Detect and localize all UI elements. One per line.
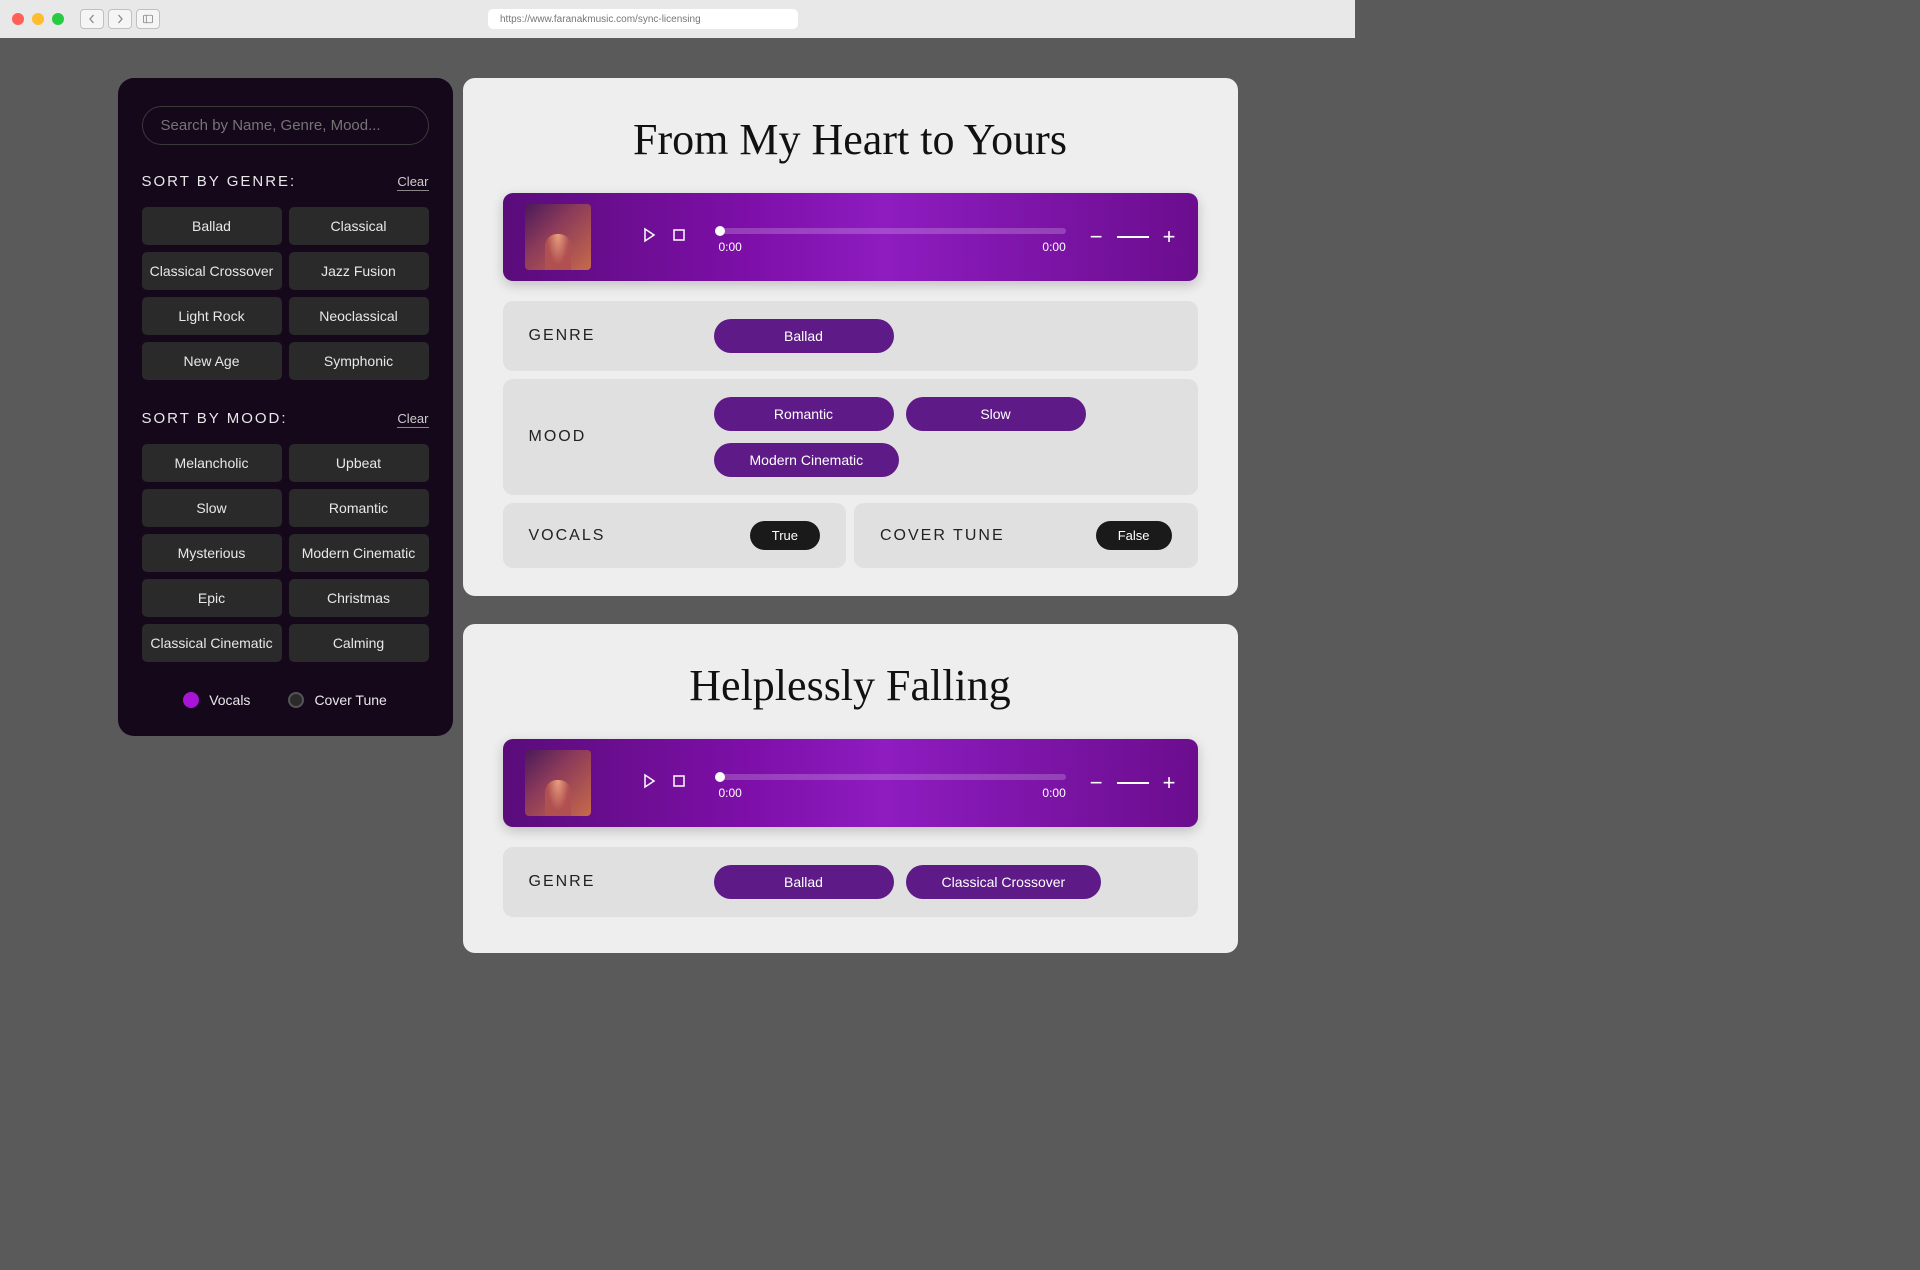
genre-pill[interactable]: Classical Crossover bbox=[142, 252, 282, 290]
volume-down-icon[interactable]: − bbox=[1090, 770, 1103, 796]
genre-tag[interactable]: Classical Crossover bbox=[906, 865, 1102, 899]
genre-pill[interactable]: Light Rock bbox=[142, 297, 282, 335]
play-icon[interactable] bbox=[641, 227, 657, 248]
genre-tag[interactable]: Ballad bbox=[714, 865, 894, 899]
stop-icon[interactable] bbox=[671, 773, 687, 794]
cover-label: COVER TUNE bbox=[880, 527, 1005, 545]
cover-value: False bbox=[1096, 521, 1172, 550]
time-current: 0:00 bbox=[719, 786, 742, 800]
progress-slider[interactable] bbox=[719, 228, 1066, 234]
genre-row: GENRE Ballad Classical Crossover bbox=[503, 847, 1198, 917]
track-card: Helplessly Falling 0:00 0:00 − bbox=[463, 624, 1238, 953]
album-art bbox=[525, 750, 591, 816]
vocals-label: VOCALS bbox=[529, 527, 606, 545]
audio-player: 0:00 0:00 − + bbox=[503, 193, 1198, 281]
forward-button[interactable] bbox=[108, 9, 132, 29]
genre-filter-title: SORT BY GENRE: bbox=[142, 173, 297, 190]
genre-pill[interactable]: Jazz Fusion bbox=[289, 252, 429, 290]
vocals-row: VOCALS True bbox=[503, 503, 847, 568]
genre-pill[interactable]: Symphonic bbox=[289, 342, 429, 380]
cover-tune-row: COVER TUNE False bbox=[854, 503, 1198, 568]
genre-label: GENRE bbox=[529, 327, 714, 345]
clear-genre-button[interactable]: Clear bbox=[397, 174, 428, 191]
clear-mood-button[interactable]: Clear bbox=[397, 411, 428, 428]
mood-pill[interactable]: Modern Cinematic bbox=[289, 534, 429, 572]
mood-pill[interactable]: Melancholic bbox=[142, 444, 282, 482]
cover-toggle-label: Cover Tune bbox=[314, 692, 386, 708]
genre-pill[interactable]: Classical bbox=[289, 207, 429, 245]
mood-pill[interactable]: Calming bbox=[289, 624, 429, 662]
audio-player: 0:00 0:00 − + bbox=[503, 739, 1198, 827]
time-total: 0:00 bbox=[1042, 240, 1065, 254]
time-total: 0:00 bbox=[1042, 786, 1065, 800]
album-art bbox=[525, 204, 591, 270]
time-current: 0:00 bbox=[719, 240, 742, 254]
sidebar-toggle-button[interactable] bbox=[136, 9, 160, 29]
genre-row: GENRE Ballad bbox=[503, 301, 1198, 371]
volume-up-icon[interactable]: + bbox=[1163, 224, 1176, 250]
volume-up-icon[interactable]: + bbox=[1163, 770, 1176, 796]
vocals-toggle-label: Vocals bbox=[209, 692, 250, 708]
mood-pill[interactable]: Romantic bbox=[289, 489, 429, 527]
genre-label: GENRE bbox=[529, 873, 714, 891]
track-title: Helplessly Falling bbox=[503, 660, 1198, 711]
play-icon[interactable] bbox=[641, 773, 657, 794]
window-controls bbox=[12, 13, 64, 25]
volume-down-icon[interactable]: − bbox=[1090, 224, 1103, 250]
filter-sidebar: SORT BY GENRE: Clear Ballad Classical Cl… bbox=[118, 78, 453, 736]
mood-pill[interactable]: Mysterious bbox=[142, 534, 282, 572]
vocals-toggle[interactable]: Vocals bbox=[183, 692, 250, 708]
mood-pill[interactable]: Upbeat bbox=[289, 444, 429, 482]
close-window-icon[interactable] bbox=[12, 13, 24, 25]
mood-pill[interactable]: Classical Cinematic bbox=[142, 624, 282, 662]
mood-filter-title: SORT BY MOOD: bbox=[142, 410, 288, 427]
track-card: From My Heart to Yours 0:00 0:00 − bbox=[463, 78, 1238, 596]
url-bar[interactable]: https://www.faranakmusic.com/sync-licens… bbox=[488, 9, 798, 29]
mood-pill[interactable]: Christmas bbox=[289, 579, 429, 617]
mood-label: MOOD bbox=[529, 428, 714, 446]
back-button[interactable] bbox=[80, 9, 104, 29]
mood-tag[interactable]: Modern Cinematic bbox=[714, 443, 900, 477]
vocals-value: True bbox=[750, 521, 820, 550]
cover-tune-toggle[interactable]: Cover Tune bbox=[288, 692, 386, 708]
minimize-window-icon[interactable] bbox=[32, 13, 44, 25]
stop-icon[interactable] bbox=[671, 227, 687, 248]
track-title: From My Heart to Yours bbox=[503, 114, 1198, 165]
radio-on-icon bbox=[183, 692, 199, 708]
genre-pill[interactable]: Ballad bbox=[142, 207, 282, 245]
radio-off-icon bbox=[288, 692, 304, 708]
volume-slider[interactable] bbox=[1117, 782, 1149, 784]
maximize-window-icon[interactable] bbox=[52, 13, 64, 25]
genre-tag[interactable]: Ballad bbox=[714, 319, 894, 353]
mood-tag[interactable]: Slow bbox=[906, 397, 1086, 431]
search-input[interactable] bbox=[142, 106, 429, 145]
mood-tag[interactable]: Romantic bbox=[714, 397, 894, 431]
browser-chrome: https://www.faranakmusic.com/sync-licens… bbox=[0, 0, 1355, 38]
progress-slider[interactable] bbox=[719, 774, 1066, 780]
results-column: From My Heart to Yours 0:00 0:00 − bbox=[463, 78, 1238, 953]
mood-pill[interactable]: Slow bbox=[142, 489, 282, 527]
browser-nav-buttons bbox=[80, 9, 160, 29]
mood-pill[interactable]: Epic bbox=[142, 579, 282, 617]
url-text: https://www.faranakmusic.com/sync-licens… bbox=[500, 14, 701, 25]
genre-pill[interactable]: Neoclassical bbox=[289, 297, 429, 335]
volume-slider[interactable] bbox=[1117, 236, 1149, 238]
mood-row: MOOD Romantic Slow Modern Cinematic bbox=[503, 379, 1198, 495]
genre-pill[interactable]: New Age bbox=[142, 342, 282, 380]
